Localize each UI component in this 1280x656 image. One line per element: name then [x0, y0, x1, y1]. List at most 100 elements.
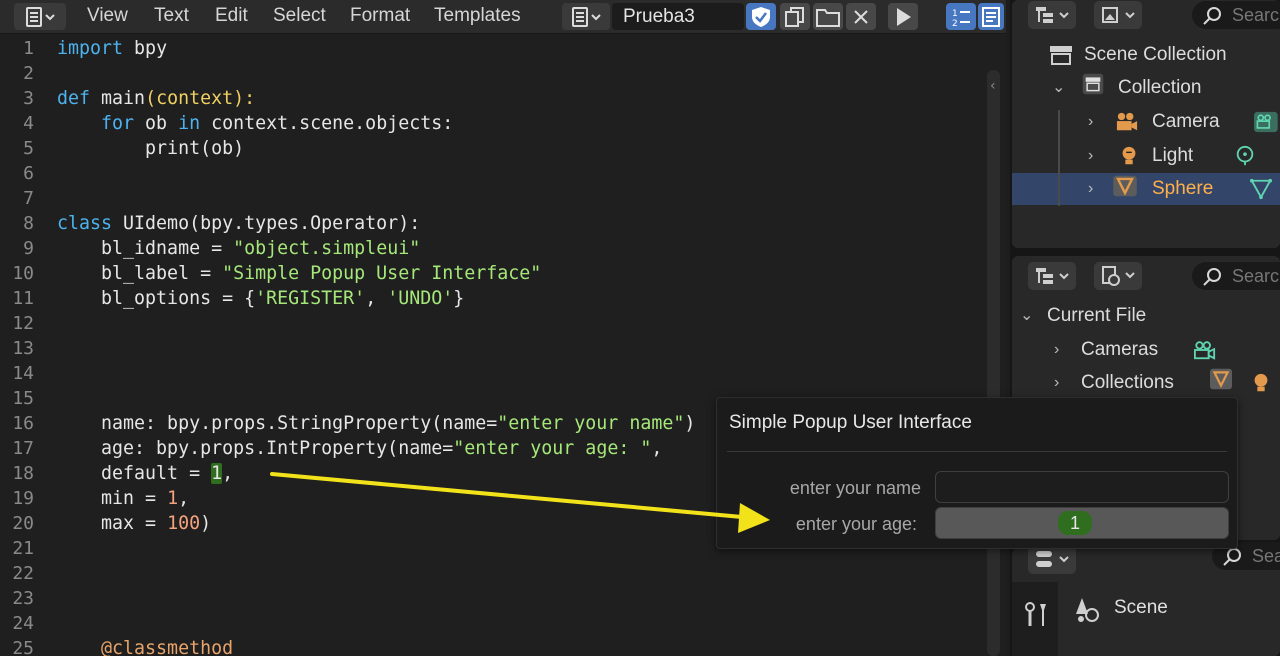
code-token: UIdemo(bpy.types.Operator):	[112, 213, 421, 234]
blend-file-filter-button[interactable]	[1094, 262, 1142, 290]
tree-item-label: Cameras	[1081, 339, 1159, 360]
code-token: ,	[651, 438, 663, 459]
tree-item-collections[interactable]: › Collections	[1012, 367, 1280, 399]
menu-edit[interactable]: Edit	[215, 4, 248, 28]
text-browse-button[interactable]	[562, 3, 610, 30]
line-number: 24	[12, 613, 34, 634]
shield-check-icon	[752, 6, 770, 27]
line-number: 12	[12, 313, 34, 334]
tree-item-cameras[interactable]: › Cameras	[1012, 334, 1280, 366]
folder-icon	[816, 8, 840, 27]
keyword: for	[57, 113, 135, 134]
menu-select[interactable]: Select	[273, 4, 326, 28]
tree-item-collection[interactable]: ⌄ Collection	[1012, 72, 1280, 104]
run-script-button[interactable]	[888, 3, 918, 30]
search-icon	[1203, 268, 1221, 286]
search-placeholder: Search	[1232, 5, 1280, 25]
camera-data-icon	[1254, 111, 1278, 133]
line-number: 20	[12, 513, 34, 534]
text-editor[interactable]: View Text Edit Select Format Templates P…	[0, 0, 1006, 656]
code-area[interactable]: import bpy def main(context): for ob in …	[57, 36, 987, 656]
text-editor-icon	[26, 6, 55, 27]
open-text-button[interactable]	[813, 3, 843, 30]
code-line: max = 100)	[57, 511, 211, 536]
code-line: min = 1,	[57, 486, 189, 511]
display-mode-button[interactable]	[1028, 262, 1076, 290]
sidebar-toggle-icon[interactable]: ‹	[990, 78, 1004, 98]
filter-button[interactable]	[1094, 1, 1142, 29]
name-input[interactable]	[935, 471, 1229, 503]
chevron-down-icon[interactable]: ⌄	[1020, 300, 1040, 332]
play-icon	[897, 7, 911, 26]
word-wrap-icon	[982, 6, 1000, 27]
duplicate-text-button[interactable]	[780, 3, 810, 30]
string-literal: "Simple Popup User Interface"	[222, 263, 542, 284]
display-mode-button[interactable]	[1028, 1, 1076, 29]
chevron-right-icon[interactable]: ›	[1088, 106, 1108, 138]
name-field-label: enter your name	[789, 478, 921, 498]
chevron-down-icon[interactable]: ⌄	[1052, 72, 1072, 104]
code-token: (ob)	[200, 138, 245, 159]
search-icon	[1203, 7, 1221, 25]
number-literal: 1	[211, 463, 223, 484]
light-object-icon	[1254, 373, 1268, 392]
editor-type-button[interactable]	[14, 3, 66, 30]
line-number: 16	[12, 413, 34, 434]
code-line: @classmethod	[57, 636, 233, 656]
tree-item-current-file[interactable]: ⌄ Current File	[1012, 300, 1280, 332]
chevron-right-icon[interactable]: ›	[1088, 173, 1108, 205]
age-field-label: enter your age:	[795, 514, 917, 534]
menu-text[interactable]: Text	[154, 4, 189, 28]
search-placeholder: Search	[1252, 546, 1280, 566]
code-token: bl_options = {	[57, 288, 256, 309]
camera-data-icon	[1194, 341, 1216, 360]
line-number: 19	[12, 488, 34, 509]
light-object-icon	[1122, 146, 1136, 165]
line-number-gutter: 1 2 3 4 5 6 7 8 9 10 11 12 13 14 15 16 1…	[0, 36, 44, 656]
vertical-scrollbar[interactable]	[987, 70, 1000, 656]
line-number: 4	[23, 113, 34, 134]
text-file-name[interactable]: Prueba3	[612, 3, 744, 30]
code-token: default =	[57, 463, 212, 484]
chevron-right-icon[interactable]: ›	[1054, 334, 1074, 366]
line-number: 15	[12, 388, 34, 409]
tree-item-sphere[interactable]: › Sphere	[1012, 173, 1280, 205]
outliner-search-input[interactable]: Search	[1192, 1, 1280, 29]
properties-editor-type-button[interactable]	[1028, 546, 1076, 574]
code-token: main	[90, 88, 146, 109]
string-literal: 'UNDO'	[387, 288, 454, 309]
tool-settings-icon[interactable]	[1024, 600, 1050, 628]
menu-view[interactable]: View	[87, 4, 128, 28]
mesh-object-icon	[1113, 175, 1137, 197]
code-line: for ob in context.scene.objects:	[57, 111, 453, 136]
code-line: bl_idname = "object.simpleui"	[57, 236, 420, 261]
decorator: @classmethod	[57, 638, 234, 656]
code-line: bl_options = {'REGISTER', 'UNDO'}	[57, 286, 464, 311]
string-literal: 'REGISTER'	[255, 288, 366, 309]
line-number: 7	[23, 188, 34, 209]
line-numbers-icon: 1 2	[952, 9, 970, 28]
number-literal: 100	[167, 513, 201, 534]
line-number: 2	[23, 63, 34, 84]
age-number-field[interactable]: 1	[935, 507, 1229, 539]
chevron-right-icon[interactable]: ›	[1054, 367, 1074, 399]
tree-item-light[interactable]: › Light	[1012, 140, 1280, 172]
unlink-text-button[interactable]	[846, 3, 876, 30]
duplicate-icon	[785, 6, 804, 27]
code-token: (context):	[145, 88, 256, 109]
tree-item-scene-collection[interactable]: Scene Collection	[1012, 39, 1280, 71]
code-token: }	[453, 288, 465, 309]
blend-file-search-input[interactable]: Search	[1192, 262, 1280, 290]
code-token: min =	[57, 488, 168, 509]
menu-templates[interactable]: Templates	[434, 4, 521, 28]
code-token: ,	[365, 288, 388, 309]
fake-user-button[interactable]	[746, 3, 776, 30]
scene-collection-icon	[1050, 46, 1072, 65]
line-numbers-toggle[interactable]: 1 2	[946, 3, 976, 30]
chevron-right-icon[interactable]: ›	[1088, 140, 1108, 172]
tree-item-camera[interactable]: › Camera	[1012, 106, 1280, 138]
menu-format[interactable]: Format	[350, 4, 410, 28]
word-wrap-toggle[interactable]	[978, 3, 1004, 30]
code-line: name: bpy.props.StringProperty(name="ent…	[57, 411, 695, 436]
code-line: import bpy	[57, 36, 167, 61]
